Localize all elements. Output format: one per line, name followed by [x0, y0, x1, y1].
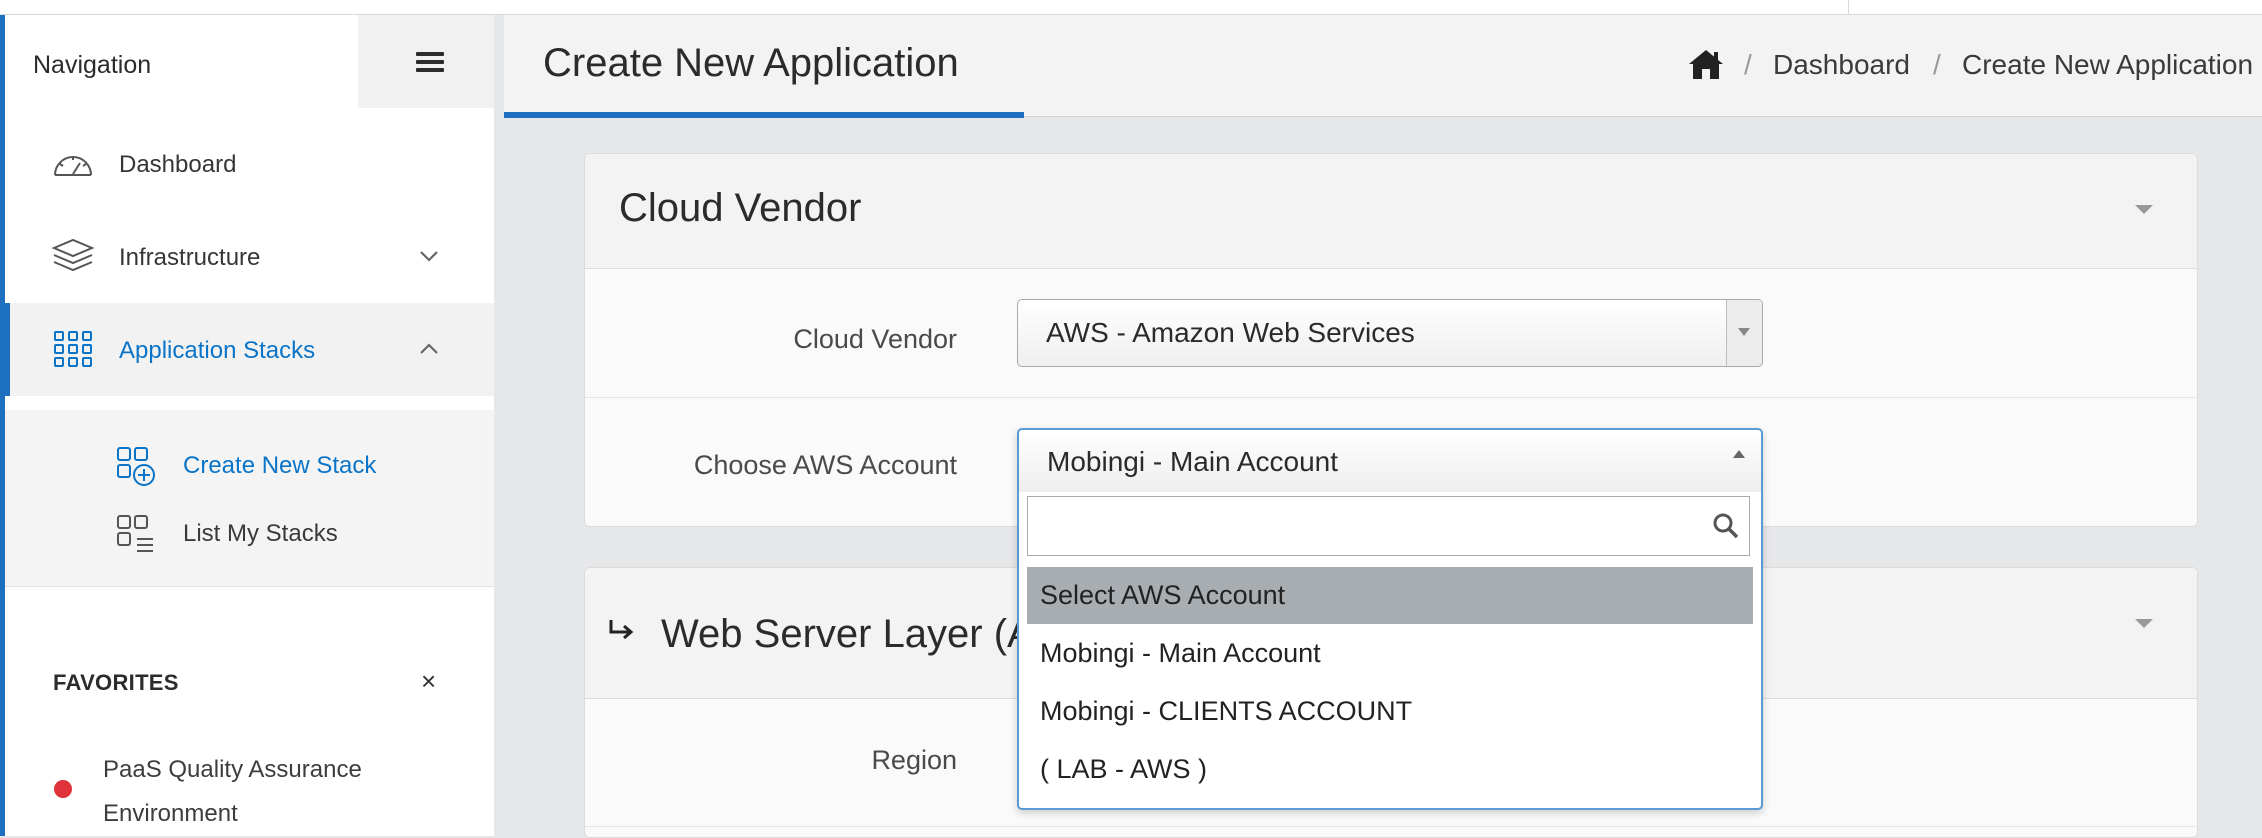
top-strip — [0, 0, 2262, 15]
collapse-caret-icon[interactable] — [2135, 619, 2153, 628]
sidebar-item-application-stacks[interactable]: Application Stacks — [5, 303, 494, 396]
select-arrow — [1726, 300, 1762, 366]
breadcrumb-separator: / — [1744, 49, 1752, 80]
favorite-item[interactable]: PaaS Quality Assurance Environment — [103, 748, 403, 836]
row-divider — [585, 826, 2197, 827]
dropdown-option[interactable]: ( LAB - AWS ) — [1027, 741, 1753, 798]
card-title: Web Server Layer (An — [661, 612, 1056, 656]
sidebar-item-label: Infrastructure — [119, 244, 261, 271]
sidebar-title: Navigation — [33, 51, 152, 79]
sidebar: Navigation Dashboard Infrastructure Appl… — [0, 15, 494, 836]
layers-icon — [51, 238, 95, 272]
subdirectory-arrow-icon — [609, 620, 634, 640]
sidebar-item-label: Application Stacks — [119, 337, 316, 364]
option-label: Mobingi - Main Account — [1040, 638, 1321, 668]
page-title: Create New Application — [543, 41, 959, 85]
search-icon — [1713, 513, 1739, 539]
field-label: Cloud Vendor — [793, 324, 957, 354]
grid-icon — [54, 331, 92, 367]
collapse-caret-icon[interactable] — [2135, 205, 2153, 214]
sidebar-header: Navigation — [5, 15, 358, 108]
home-icon[interactable] — [1687, 47, 1725, 81]
aws-account-select[interactable]: Mobingi - Main Account Select AWS Accoun… — [1017, 428, 1763, 810]
sidebar-subitem-label: Create New Stack — [183, 452, 377, 479]
speedometer-icon — [54, 156, 92, 176]
caret-down-icon — [1738, 328, 1750, 336]
breadcrumb-dashboard[interactable]: Dashboard — [1773, 49, 1910, 81]
aws-account-select-header[interactable]: Mobingi - Main Account — [1019, 430, 1761, 492]
option-label: ( LAB - AWS ) — [1040, 754, 1208, 784]
dropdown-option[interactable]: Mobingi - CLIENTS ACCOUNT — [1027, 683, 1753, 740]
caret-up-icon — [1733, 450, 1745, 458]
card-header: Cloud Vendor — [585, 154, 2197, 269]
select-value: Mobingi - Main Account — [1047, 446, 1339, 477]
hamburger-icon — [416, 52, 444, 56]
sidebar-subitem-create-new-stack[interactable]: Create New Stack — [5, 433, 494, 493]
favorites-title: FAVORITES — [53, 670, 179, 695]
select-value: AWS - Amazon Web Services — [1046, 317, 1415, 348]
sidebar-subitem-list-my-stacks[interactable]: List My Stacks — [5, 501, 494, 561]
sidebar-gap — [494, 15, 504, 836]
option-label: Mobingi - CLIENTS ACCOUNT — [1040, 696, 1413, 726]
page-header: Create New Application / Dashboard / Cre… — [504, 15, 2262, 118]
add-stack-icon — [117, 447, 155, 486]
dropdown-option[interactable]: Mobingi - Main Account — [1027, 625, 1753, 682]
field-label: Choose AWS Account — [693, 450, 957, 480]
field-label: Region — [871, 745, 957, 775]
sidebar-divider — [5, 586, 494, 587]
dropdown-search-input[interactable] — [1027, 496, 1750, 556]
hamburger-icon-bar — [416, 68, 444, 72]
progress-bar — [504, 112, 1024, 118]
card-title: Cloud Vendor — [619, 186, 862, 230]
top-strip-divider — [1848, 0, 1849, 14]
menu-toggle-button[interactable] — [358, 15, 494, 108]
sidebar-item-label: Dashboard — [119, 151, 237, 178]
status-dot — [54, 780, 72, 798]
sidebar-item-infrastructure[interactable]: Infrastructure — [5, 210, 494, 303]
active-indicator — [5, 303, 10, 396]
application-stacks-submenu: Create New Stack List My Stacks — [5, 410, 494, 586]
sidebar-subitem-label: List My Stacks — [183, 520, 338, 547]
hamburger-icon-bar — [416, 60, 444, 64]
breadcrumb-current: Create New Application — [1962, 49, 2254, 80]
favorites-close-button[interactable]: × — [421, 666, 436, 697]
list-stacks-icon — [117, 515, 153, 552]
chevron-down-icon — [420, 251, 438, 262]
cloud-vendor-select[interactable]: AWS - Amazon Web Services — [1017, 299, 1763, 367]
breadcrumb-separator: / — [1933, 49, 1941, 80]
chevron-up-icon — [420, 343, 438, 354]
dropdown-option[interactable]: Select AWS Account — [1027, 567, 1753, 624]
sidebar-item-dashboard[interactable]: Dashboard — [5, 117, 494, 210]
option-label: Select AWS Account — [1040, 580, 1286, 610]
